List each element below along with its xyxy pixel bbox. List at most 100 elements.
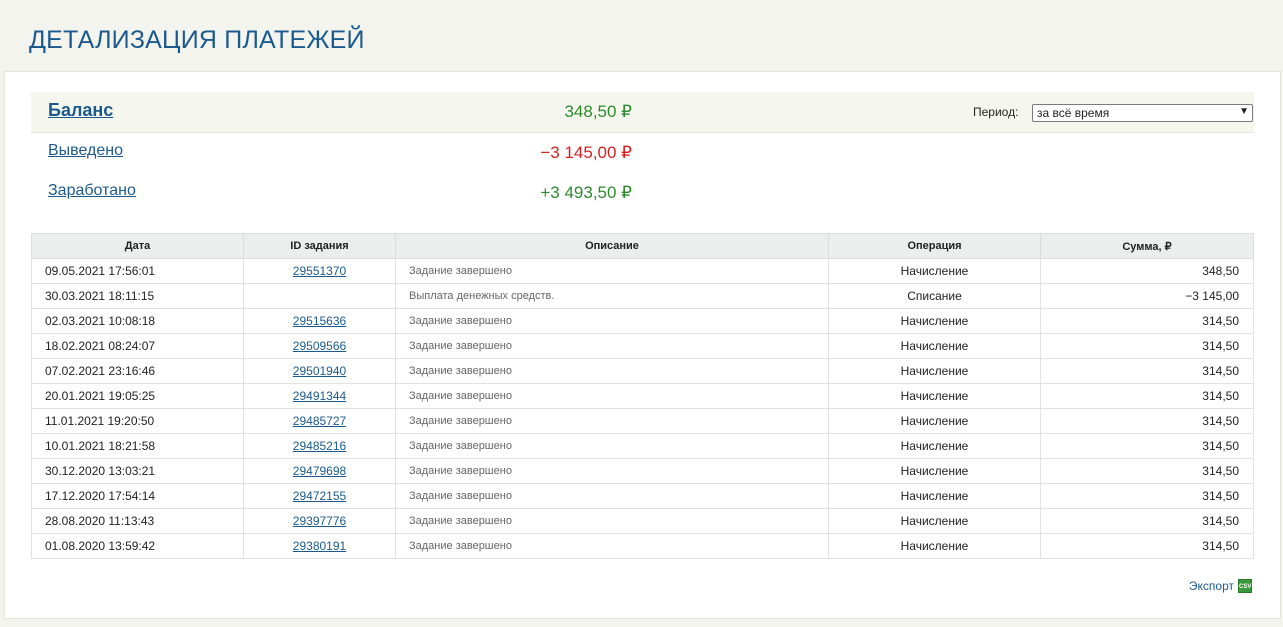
table-row: 17.12.2020 17:54:14 29472155 Задание завер… bbox=[31, 483, 1254, 509]
task-id-link[interactable]: 29485216 bbox=[293, 439, 346, 453]
cell-amount: 314,50 bbox=[1040, 458, 1254, 484]
cell-amount: 314,50 bbox=[1040, 308, 1254, 334]
cell-description: Задание завершено bbox=[395, 308, 829, 334]
table-row: 01.08.2020 13:59:42 29380191 Задание завер… bbox=[31, 533, 1254, 559]
table-row: 20.01.2021 19:05:25 29491344 Задание завер… bbox=[31, 383, 1254, 409]
cell-operation: Начисление bbox=[828, 333, 1041, 359]
payments-table: Дата ID задания Описание Операция Сумма,… bbox=[31, 233, 1254, 559]
cell-operation: Начисление bbox=[828, 308, 1041, 334]
period-selected-value: за всё время bbox=[1037, 106, 1110, 120]
withdrawn-row: Выведено −3 145,00 ₽ bbox=[31, 133, 1254, 173]
cell-operation: Списание bbox=[828, 283, 1041, 309]
table-body: 09.05.2021 17:56:01 29551370 Задание завер… bbox=[31, 258, 1254, 559]
period-label: Период: bbox=[973, 105, 1019, 119]
cell-task-id: 29551370 bbox=[243, 258, 396, 284]
task-id-link[interactable]: 29397776 bbox=[293, 514, 346, 528]
cell-task-id: 29397776 bbox=[243, 508, 396, 534]
cell-amount: 348,50 bbox=[1040, 258, 1254, 284]
cell-operation: Начисление bbox=[828, 383, 1041, 409]
cell-date: 01.08.2020 13:59:42 bbox=[31, 533, 244, 559]
export-link[interactable]: Экспорт CSV bbox=[1189, 579, 1252, 593]
task-id-link[interactable]: 29515636 bbox=[293, 314, 346, 328]
task-id-link[interactable]: 29551370 bbox=[293, 264, 346, 278]
cell-operation: Начисление bbox=[828, 358, 1041, 384]
withdrawn-link[interactable]: Выведено bbox=[48, 142, 123, 160]
column-header-amount[interactable]: Сумма, ₽ bbox=[1040, 233, 1254, 259]
table-row: 28.08.2020 11:13:43 29397776 Задание завер… bbox=[31, 508, 1254, 534]
balance-link[interactable]: Баланс bbox=[48, 100, 113, 121]
cell-amount: 314,50 bbox=[1040, 533, 1254, 559]
cell-date: 02.03.2021 10:08:18 bbox=[31, 308, 244, 334]
cell-task-id: 29485727 bbox=[243, 408, 396, 434]
cell-amount: 314,50 bbox=[1040, 333, 1254, 359]
earned-row: Заработано +3 493,50 ₽ bbox=[31, 173, 1254, 213]
cell-description: Задание завершено bbox=[395, 508, 829, 534]
cell-operation: Начисление bbox=[828, 458, 1041, 484]
cell-date: 10.01.2021 18:21:58 bbox=[31, 433, 244, 459]
cell-description: Задание завершено bbox=[395, 408, 829, 434]
cell-date: 30.12.2020 13:03:21 bbox=[31, 458, 244, 484]
cell-date: 20.01.2021 19:05:25 bbox=[31, 383, 244, 409]
task-id-link[interactable]: 29479698 bbox=[293, 464, 346, 478]
task-id-link[interactable]: 29472155 bbox=[293, 489, 346, 503]
table-row: 30.03.2021 18:11:15 Выплата денежных сред… bbox=[31, 283, 1254, 309]
chevron-down-icon: ▼ bbox=[1239, 106, 1249, 117]
cell-description: Задание завершено bbox=[395, 483, 829, 509]
cell-date: 18.02.2021 08:24:07 bbox=[31, 333, 244, 359]
earned-value: +3 493,50 ₽ bbox=[540, 183, 632, 202]
task-id-link[interactable]: 29491344 bbox=[293, 389, 346, 403]
column-header-date[interactable]: Дата bbox=[31, 233, 244, 259]
cell-task-id: 29380191 bbox=[243, 533, 396, 559]
cell-description: Задание завершено bbox=[395, 433, 829, 459]
cell-date: 09.05.2021 17:56:01 bbox=[31, 258, 244, 284]
column-header-task-id[interactable]: ID задания bbox=[243, 233, 396, 259]
page-title: ДЕТАЛИЗАЦИЯ ПЛАТЕЖЕЙ bbox=[29, 26, 365, 54]
table-row: 30.12.2020 13:03:21 29479698 Задание завер… bbox=[31, 458, 1254, 484]
cell-task-id: 29479698 bbox=[243, 458, 396, 484]
balance-summary: Баланс 348,50 ₽ Период: за всё время ▼ В… bbox=[31, 92, 1254, 213]
cell-description: Задание завершено bbox=[395, 358, 829, 384]
cell-description: Задание завершено bbox=[395, 533, 829, 559]
csv-file-icon: CSV bbox=[1238, 579, 1252, 593]
cell-description: Выплата денежных средств. bbox=[395, 283, 829, 309]
withdrawn-value: −3 145,00 ₽ bbox=[540, 143, 632, 162]
cell-description: Задание завершено bbox=[395, 258, 829, 284]
cell-description: Задание завершено bbox=[395, 383, 829, 409]
task-id-link[interactable]: 29485727 bbox=[293, 414, 346, 428]
cell-operation: Начисление bbox=[828, 433, 1041, 459]
cell-task-id: 29485216 bbox=[243, 433, 396, 459]
cell-task-id: 29501940 bbox=[243, 358, 396, 384]
balance-value: 348,50 ₽ bbox=[564, 102, 632, 121]
cell-task-id: 29472155 bbox=[243, 483, 396, 509]
payments-panel: Баланс 348,50 ₽ Период: за всё время ▼ В… bbox=[4, 71, 1281, 619]
cell-date: 17.12.2020 17:54:14 bbox=[31, 483, 244, 509]
cell-operation: Начисление bbox=[828, 533, 1041, 559]
cell-amount: −3 145,00 bbox=[1040, 283, 1254, 309]
cell-amount: 314,50 bbox=[1040, 433, 1254, 459]
period-select[interactable]: за всё время ▼ bbox=[1032, 104, 1253, 122]
cell-task-id: 29509566 bbox=[243, 333, 396, 359]
cell-amount: 314,50 bbox=[1040, 508, 1254, 534]
cell-operation: Начисление bbox=[828, 483, 1041, 509]
cell-task-id: 29491344 bbox=[243, 383, 396, 409]
column-header-operation[interactable]: Операция bbox=[828, 233, 1041, 259]
cell-description: Задание завершено bbox=[395, 458, 829, 484]
task-id-link[interactable]: 29509566 bbox=[293, 339, 346, 353]
table-row: 09.05.2021 17:56:01 29551370 Задание завер… bbox=[31, 258, 1254, 284]
task-id-link[interactable]: 29501940 bbox=[293, 364, 346, 378]
table-row: 02.03.2021 10:08:18 29515636 Задание завер… bbox=[31, 308, 1254, 334]
earned-link[interactable]: Заработано bbox=[48, 182, 136, 200]
column-header-description[interactable]: Описание bbox=[395, 233, 829, 259]
cell-operation: Начисление bbox=[828, 258, 1041, 284]
cell-amount: 314,50 bbox=[1040, 358, 1254, 384]
table-row: 07.02.2021 23:16:46 29501940 Задание завер… bbox=[31, 358, 1254, 384]
cell-amount: 314,50 bbox=[1040, 408, 1254, 434]
table-row: 10.01.2021 18:21:58 29485216 Задание завер… bbox=[31, 433, 1254, 459]
table-row: 18.02.2021 08:24:07 29509566 Задание завер… bbox=[31, 333, 1254, 359]
cell-date: 30.03.2021 18:11:15 bbox=[31, 283, 244, 309]
cell-amount: 314,50 bbox=[1040, 383, 1254, 409]
cell-task-id bbox=[243, 283, 396, 309]
table-row: 11.01.2021 19:20:50 29485727 Задание завер… bbox=[31, 408, 1254, 434]
cell-amount: 314,50 bbox=[1040, 483, 1254, 509]
task-id-link[interactable]: 29380191 bbox=[293, 539, 346, 553]
